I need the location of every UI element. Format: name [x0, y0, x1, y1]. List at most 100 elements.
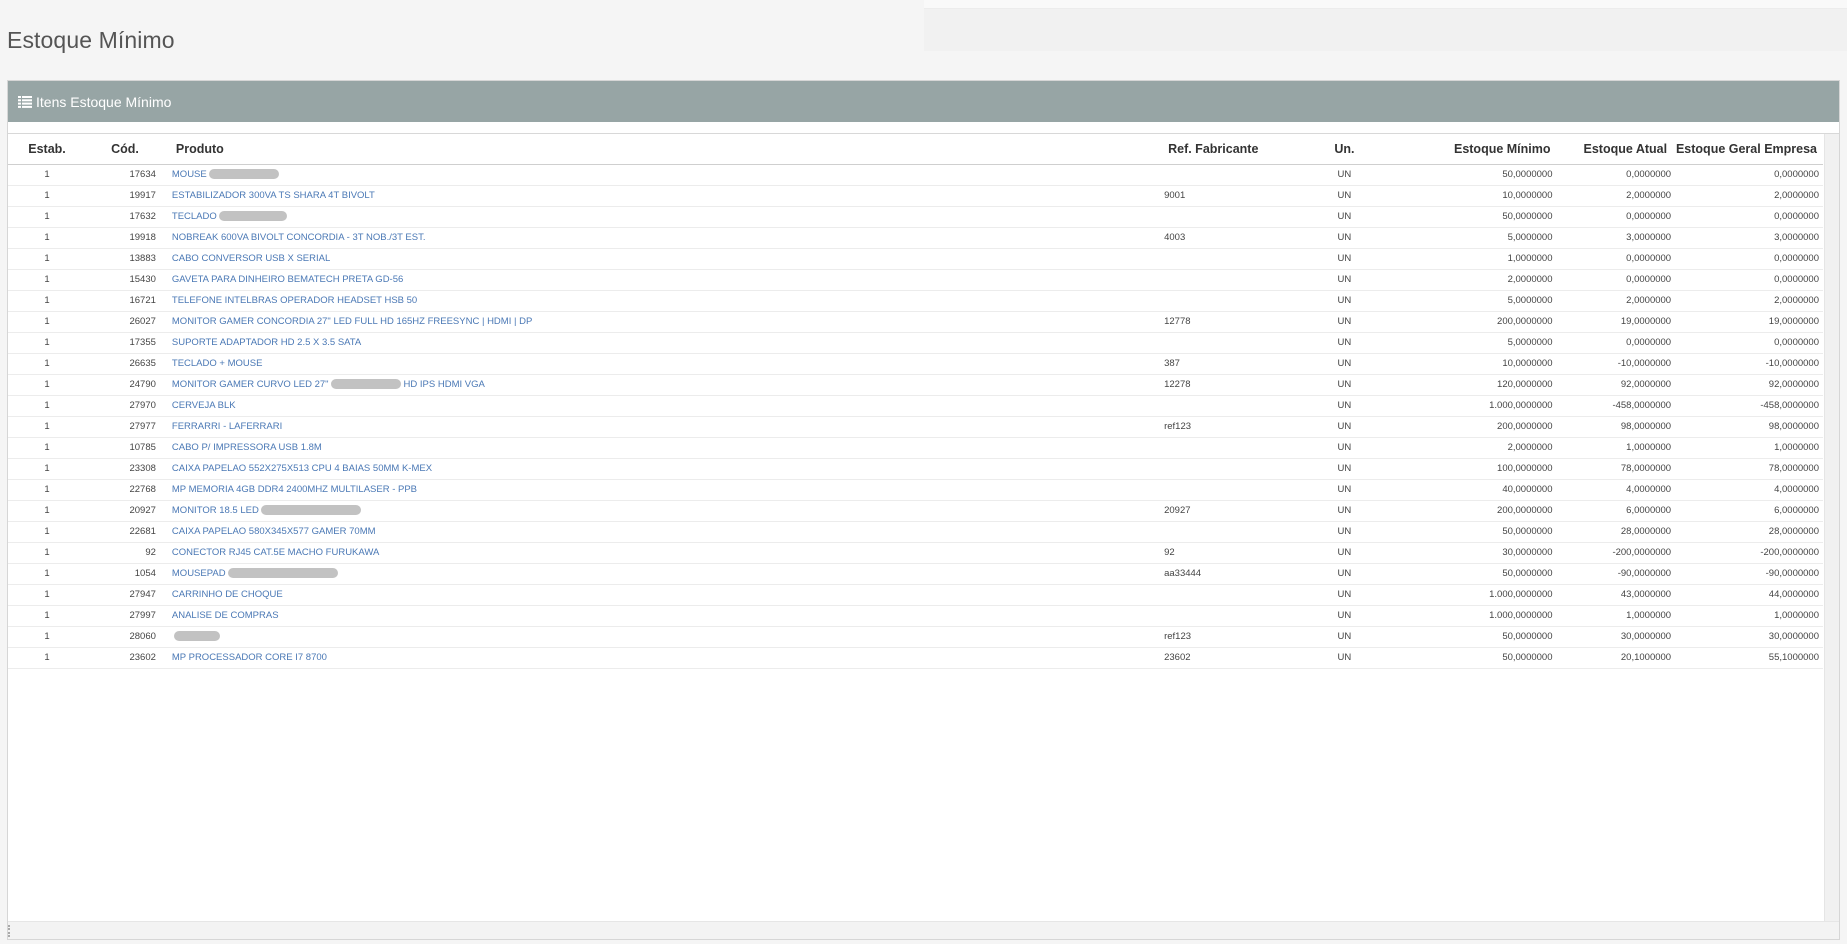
cell-estab: 1 — [8, 416, 87, 438]
product-link[interactable]: CARRINHO DE CHOQUE — [172, 589, 283, 600]
cell-estoque-geral: 28,0000000 — [1673, 521, 1823, 543]
col-header-estoque-minimo[interactable]: Estoque Mínimo — [1378, 134, 1555, 165]
product-link[interactable]: MP PROCESSADOR CORE I7 8700 — [172, 652, 327, 663]
cell-estab: 1 — [8, 185, 87, 207]
vertical-scrollbar[interactable] — [1824, 134, 1839, 921]
table-row[interactable]: 1 1054 MOUSEPAD aa33444 UN 50,0000000 -90,0000… — [8, 563, 1823, 585]
table-row[interactable]: 1 20927 MONITOR 18.5 LED 20927 UN 200,0000000… — [8, 500, 1823, 522]
cell-ref-fabricante — [1163, 458, 1311, 480]
cell-cod: 16721 — [86, 290, 164, 312]
cell-estab: 1 — [8, 290, 87, 312]
cell-produto: MONITOR GAMER CONCORDIA 27" LED FULL HD … — [163, 311, 1164, 333]
cell-cod: 22768 — [86, 479, 164, 501]
table-row[interactable]: 1 26635 TECLADO + MOUSE 387 UN 10,0000000 -10,… — [8, 353, 1823, 375]
cell-estoque-atual: 28,0000000 — [1554, 521, 1674, 543]
col-header-cod[interactable]: Cód. — [86, 134, 164, 165]
cell-estoque-geral: 0,0000000 — [1673, 332, 1823, 354]
product-link[interactable]: CAIXA PAPELAO 552X275X513 CPU 4 BAIAS 50… — [172, 463, 432, 474]
cell-estab: 1 — [8, 248, 87, 270]
cell-un: UN — [1310, 542, 1379, 564]
table-row[interactable]: 1 15430 GAVETA PARA DINHEIRO BEMATECH PRET… — [8, 269, 1823, 291]
table-row[interactable]: 1 22768 MP MEMORIA 4GB DDR4 2400MHZ MULTIL… — [8, 479, 1823, 501]
cell-produto: ANALISE DE COMPRAS — [163, 605, 1164, 627]
product-link[interactable]: CABO CONVERSOR USB X SERIAL — [172, 253, 330, 264]
product-link[interactable]: MONITOR GAMER CURVO LED 27" — [172, 379, 329, 390]
table-row[interactable]: 1 19918 NOBREAK 600VA BIVOLT CONCORDIA - 3… — [8, 227, 1823, 249]
cell-un: UN — [1310, 521, 1379, 543]
cell-estoque-geral: 6,0000000 — [1673, 500, 1823, 522]
cell-ref-fabricante — [1163, 332, 1311, 354]
product-link[interactable]: MONITOR 18.5 LED — [172, 505, 259, 516]
redacted-text — [260, 505, 361, 516]
cell-estoque-atual: 1,0000000 — [1554, 437, 1674, 459]
product-link[interactable]: GAVETA PARA DINHEIRO BEMATECH PRETA GD-5… — [172, 274, 403, 285]
cell-un: UN — [1310, 395, 1379, 417]
cell-cod: 17634 — [86, 164, 164, 186]
resize-grip-icon[interactable] — [8, 925, 12, 937]
cell-cod: 10785 — [86, 437, 164, 459]
product-link[interactable]: SUPORTE ADAPTADOR HD 2.5 X 3.5 SATA — [172, 337, 361, 348]
product-link[interactable]: CAIXA PAPELAO 580X345X577 GAMER 70MM — [172, 526, 376, 537]
table-row[interactable]: 1 17634 MOUSE UN 50,0000000 0,0000000 0,000000… — [8, 164, 1823, 186]
cell-estoque-geral: 0,0000000 — [1673, 164, 1823, 186]
table-row[interactable]: 1 27997 ANALISE DE COMPRAS UN 1.000,0000000 1… — [8, 605, 1823, 627]
table-row[interactable]: 1 17632 TECLADO UN 50,0000000 0,0000000 0,0000… — [8, 206, 1823, 228]
table-row[interactable]: 1 28060 ref123 UN 50,0000000 30,0000000 30,000… — [8, 626, 1823, 648]
cell-estoque-geral: 1,0000000 — [1673, 437, 1823, 459]
product-link[interactable]: CONECTOR RJ45 CAT.5E MACHO FURUKAWA — [172, 547, 379, 558]
table-row[interactable]: 1 19917 ESTABILIZADOR 300VA TS SHARA 4T BI… — [8, 185, 1823, 207]
table-row[interactable]: 1 10785 CABO P/ IMPRESSORA USB 1.8M UN 2,000… — [8, 437, 1823, 459]
product-link[interactable]: MONITOR GAMER CONCORDIA 27" LED FULL HD … — [172, 316, 532, 327]
col-header-estoque-geral[interactable]: Estoque Geral Empresa — [1673, 134, 1823, 165]
product-link[interactable]: TELEFONE INTELBRAS OPERADOR HEADSET HSB … — [172, 295, 417, 306]
cell-un: UN — [1310, 563, 1379, 585]
cell-estoque-geral: -10,0000000 — [1673, 353, 1823, 375]
cell-estab: 1 — [8, 521, 87, 543]
col-header-produto[interactable]: Produto — [163, 134, 1164, 165]
table-row[interactable]: 1 13883 CABO CONVERSOR USB X SERIAL UN 1,000… — [8, 248, 1823, 270]
product-link[interactable]: CABO P/ IMPRESSORA USB 1.8M — [172, 442, 322, 453]
cell-un: UN — [1310, 353, 1379, 375]
table-row[interactable]: 1 27947 CARRINHO DE CHOQUE UN 1.000,0000000 4… — [8, 584, 1823, 606]
product-link[interactable]: MOUSEPAD — [172, 568, 226, 579]
cell-cod: 15430 — [86, 269, 164, 291]
cell-estoque-minimo: 2,0000000 — [1378, 269, 1555, 291]
product-link[interactable]: CERVEJA BLK — [172, 400, 236, 411]
cell-estoque-atual: 30,0000000 — [1554, 626, 1674, 648]
cell-estoque-atual: 2,0000000 — [1554, 290, 1674, 312]
product-link-suffix[interactable]: HD IPS HDMI VGA — [404, 379, 485, 390]
table-row[interactable]: 1 27977 FERRARRI - LAFERRARI ref123 UN 200,00… — [8, 416, 1823, 438]
table-row[interactable]: 1 16721 TELEFONE INTELBRAS OPERADOR HEADSE… — [8, 290, 1823, 312]
cell-estoque-geral: 0,0000000 — [1673, 248, 1823, 270]
redacted-text — [173, 631, 220, 642]
cell-estab: 1 — [8, 437, 87, 459]
table-row[interactable]: 1 27970 CERVEJA BLK UN 1.000,0000000 -458,000… — [8, 395, 1823, 417]
product-link[interactable]: MP MEMORIA 4GB DDR4 2400MHZ MULTILASER -… — [172, 484, 417, 495]
table-row[interactable]: 1 92 CONECTOR RJ45 CAT.5E MACHO FURUKAWA 92… — [8, 542, 1823, 564]
cell-estoque-minimo: 200,0000000 — [1378, 416, 1555, 438]
table-row[interactable]: 1 23602 MP PROCESSADOR CORE I7 8700 23602 UN… — [8, 647, 1823, 669]
product-link[interactable]: FERRARRI - LAFERRARI — [172, 421, 282, 432]
cell-un: UN — [1310, 584, 1379, 606]
cell-cod: 17632 — [86, 206, 164, 228]
table-row[interactable]: 1 23308 CAIXA PAPELAO 552X275X513 CPU 4 BA… — [8, 458, 1823, 480]
col-header-estab[interactable]: Estab. — [8, 134, 87, 165]
product-link[interactable]: ESTABILIZADOR 300VA TS SHARA 4T BIVOLT — [172, 190, 375, 201]
col-header-estoque-atual[interactable]: Estoque Atual — [1554, 134, 1674, 165]
table-row[interactable]: 1 24790 MONITOR GAMER CURVO LED 27" HD IPS … — [8, 374, 1823, 396]
cell-estab: 1 — [8, 479, 87, 501]
col-header-un[interactable]: Un. — [1310, 134, 1379, 165]
table-row[interactable]: 1 26027 MONITOR GAMER CONCORDIA 27" LED FU… — [8, 311, 1823, 333]
cell-ref-fabricante: 9001 — [1163, 185, 1311, 207]
cell-estab: 1 — [8, 395, 87, 417]
product-link[interactable]: TECLADO + MOUSE — [172, 358, 263, 369]
col-header-ref-fabricante[interactable]: Ref. Fabricante — [1163, 134, 1311, 165]
cell-estoque-minimo: 5,0000000 — [1378, 290, 1555, 312]
product-link[interactable]: ANALISE DE COMPRAS — [172, 610, 279, 621]
product-link[interactable]: TECLADO — [172, 211, 217, 222]
cell-estoque-minimo: 30,0000000 — [1378, 542, 1555, 564]
table-row[interactable]: 1 17355 SUPORTE ADAPTADOR HD 2.5 X 3.5 SAT… — [8, 332, 1823, 354]
product-link[interactable]: NOBREAK 600VA BIVOLT CONCORDIA - 3T NOB.… — [172, 232, 426, 243]
product-link[interactable]: MOUSE — [172, 169, 207, 180]
table-row[interactable]: 1 22681 CAIXA PAPELAO 580X345X577 GAMER 70… — [8, 521, 1823, 543]
